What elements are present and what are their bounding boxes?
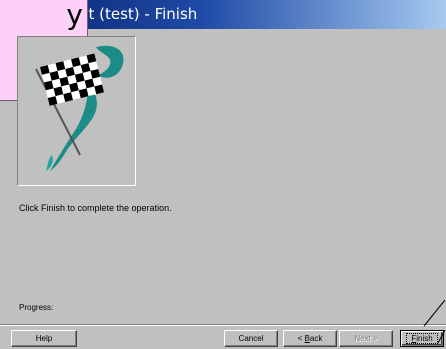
back-button[interactable]: < Back — [283, 330, 337, 347]
pointer-line-upper — [423, 299, 446, 327]
cancel-button-label: Cancel — [238, 334, 264, 343]
back-button-prefix: < — [297, 334, 305, 343]
wizard-dialog: w Project (test) - Finish y t — [0, 0, 446, 349]
next-button[interactable]: Next > — [339, 330, 393, 347]
next-button-label: Next > — [354, 334, 378, 343]
checkered-flag-icon — [35, 45, 124, 171]
progress-label: Progress: — [19, 303, 54, 312]
callout-line-1: y — [66, 0, 83, 31]
cancel-button[interactable]: Cancel — [224, 330, 278, 347]
finish-button-focus: Finish — [406, 333, 438, 344]
back-button-rest: ack — [309, 334, 323, 343]
help-button[interactable]: Help — [11, 330, 77, 347]
finish-button[interactable]: Finish — [400, 330, 444, 347]
help-button-label: Help — [35, 334, 53, 343]
finish-button-rest: inish — [416, 334, 433, 343]
instruction-text: Click Finish to complete the operation. — [19, 203, 172, 213]
wizard-picture-frame — [17, 36, 136, 186]
button-divider — [0, 324, 446, 326]
